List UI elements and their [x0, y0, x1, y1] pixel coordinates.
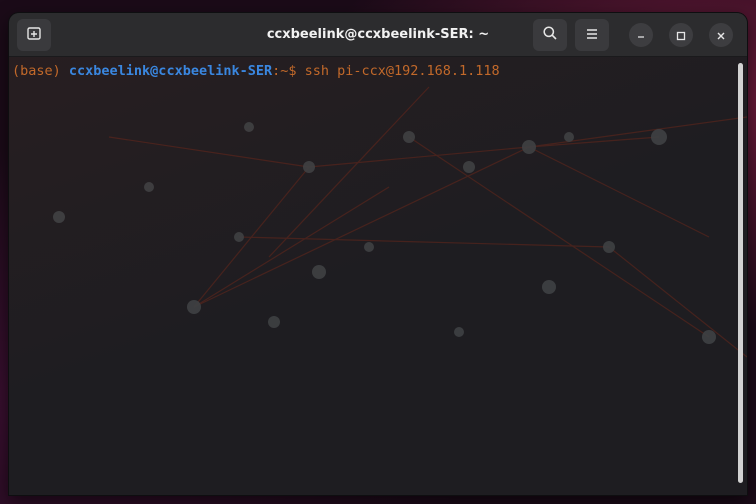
- terminal-window: ccxbeelink@ccxbeelink-SER: ~ (base) ccxb…: [9, 13, 747, 495]
- search-icon: [542, 25, 558, 45]
- minimize-button[interactable]: [629, 23, 653, 47]
- close-icon: [716, 26, 726, 45]
- maximize-button[interactable]: [669, 23, 693, 47]
- conda-env-label: (base): [12, 63, 69, 79]
- window-title: ccxbeelink@ccxbeelink-SER: ~: [266, 27, 490, 42]
- minimize-icon: [636, 26, 646, 45]
- vertical-scrollbar[interactable]: [738, 63, 743, 483]
- search-button[interactable]: [533, 19, 567, 51]
- prompt-path: :~$: [272, 63, 305, 79]
- terminal-area[interactable]: (base) ccxbeelink@ccxbeelink-SER:~$ ssh …: [9, 57, 747, 495]
- maximize-icon: [676, 26, 686, 45]
- hamburger-menu-icon: [585, 26, 599, 45]
- close-button[interactable]: [709, 23, 733, 47]
- menu-button[interactable]: [575, 19, 609, 51]
- terminal-prompt-line: (base) ccxbeelink@ccxbeelink-SER:~$ ssh …: [12, 62, 500, 80]
- user-host-label: ccxbeelink@ccxbeelink-SER: [68, 63, 273, 79]
- background-network-graphic: [53, 86, 747, 358]
- new-tab-icon: [26, 25, 42, 45]
- new-tab-button[interactable]: [17, 19, 51, 51]
- title-bar[interactable]: ccxbeelink@ccxbeelink-SER: ~: [9, 13, 747, 57]
- command-text: ssh pi-ccx@192.168.1.118: [304, 63, 500, 79]
